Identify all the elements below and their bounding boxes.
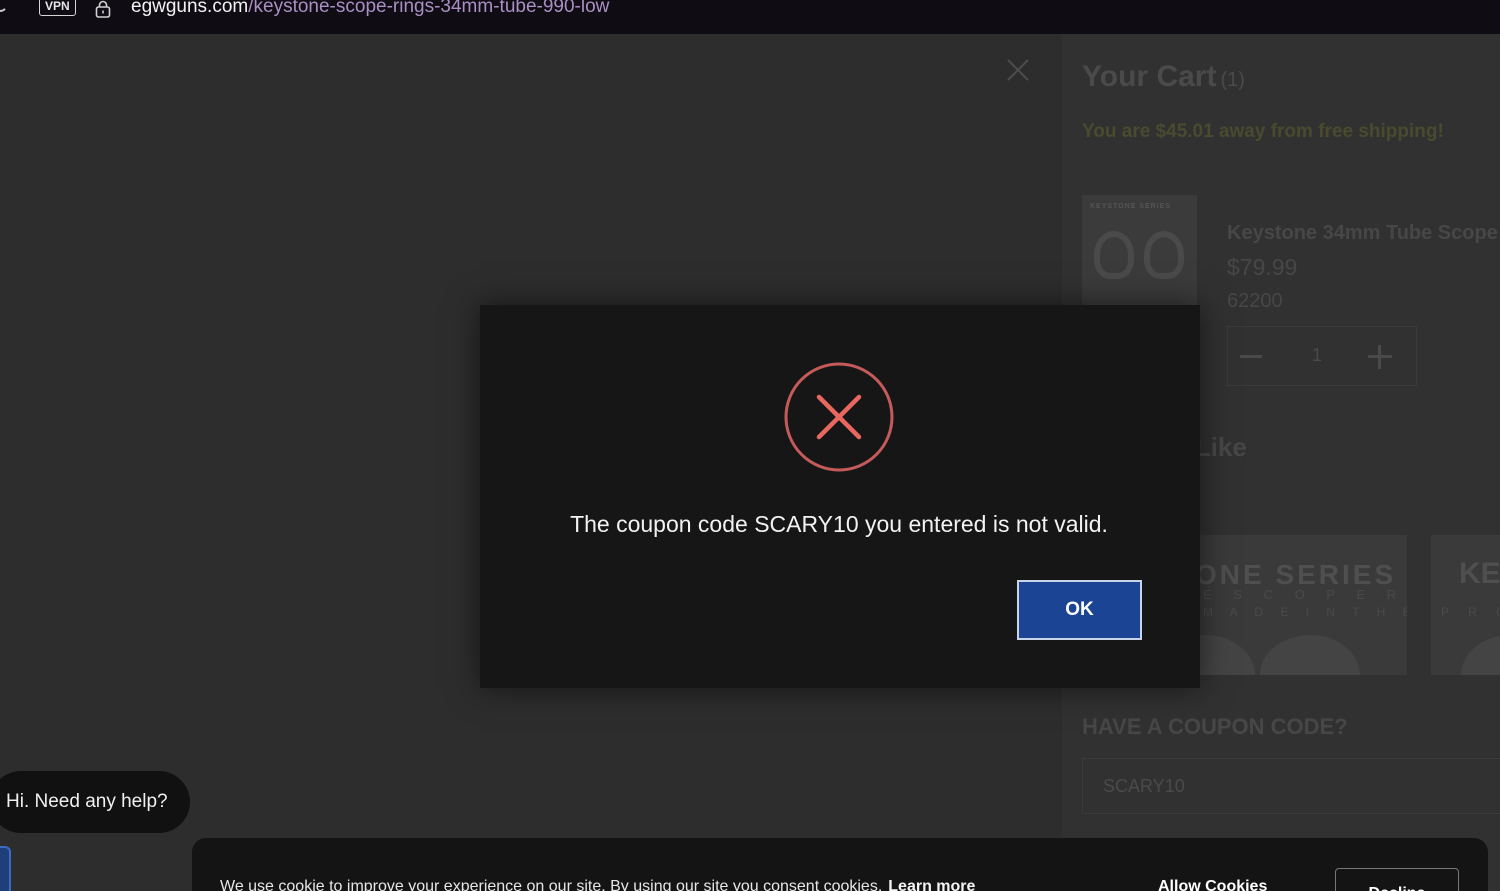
cookie-consent-bar: We use cookie to improve your experience… <box>192 838 1488 891</box>
scope-ring-image <box>1260 635 1360 675</box>
cart-item-name[interactable]: Keystone 34mm Tube Scope R <box>1227 222 1500 245</box>
minus-icon[interactable] <box>1240 355 1262 358</box>
error-message: The coupon code SCARY10 you entered is n… <box>570 511 1108 537</box>
recommendation-tagline: M A D E I N T H E U S A <box>1203 605 1407 619</box>
coupon-heading: HAVE A COUPON CODE? <box>1082 714 1348 739</box>
chat-launcher-button[interactable] <box>0 846 11 891</box>
lock-icon[interactable] <box>94 0 112 18</box>
cart-item-sku: 62200 <box>1227 290 1283 312</box>
address-bar[interactable]: egwguns.com/keystone-scope-rings-34mm-tu… <box>131 0 609 18</box>
cookie-text: We use cookie to improve your experience… <box>220 878 975 891</box>
recommendation-subtitle: E S C O P E R I N G S <box>1203 587 1407 602</box>
scope-ring-image <box>1144 231 1184 279</box>
recommendation-subtitle: P R O D U <box>1441 605 1500 619</box>
thumbnail-brand: KEYSTONE SERIES <box>1090 203 1172 210</box>
error-x-circle-icon <box>784 362 894 472</box>
quantity-value[interactable]: 1 <box>1312 345 1322 366</box>
url-path: /keystone-scope-rings-34mm-tube-990-low <box>248 0 610 17</box>
cart-item-thumbnail[interactable]: KEYSTONE SERIES <box>1082 195 1197 305</box>
plus-icon[interactable] <box>1368 345 1392 369</box>
browser-toolbar: VPN egwguns.com/keystone-scope-rings-34m… <box>0 0 1500 34</box>
close-cart-icon[interactable] <box>1004 56 1032 84</box>
free-shipping-message: You are $45.01 away from free shipping! <box>1082 121 1444 142</box>
url-domain: egwguns.com <box>131 0 249 17</box>
recommendation-card[interactable]: KE P R O D U <box>1431 535 1500 675</box>
cart-title: Your Cart (1) <box>1082 60 1245 94</box>
error-dialog: The coupon code SCARY10 you entered is n… <box>480 305 1200 688</box>
recommendation-card[interactable]: ONE SERIES E S C O P E R I N G S M A D E… <box>1175 535 1407 675</box>
cart-count: (1) <box>1220 69 1245 91</box>
decline-cookies-button[interactable]: Decline <box>1335 868 1459 891</box>
cart-item-price: $79.99 <box>1227 254 1298 280</box>
recommendation-title: KE <box>1459 557 1500 590</box>
scope-ring-image <box>1094 231 1134 279</box>
quantity-stepper: 1 <box>1227 326 1417 386</box>
cart-title-text: Your Cart <box>1082 60 1217 93</box>
ok-button[interactable]: OK <box>1017 580 1142 640</box>
vpn-badge[interactable]: VPN <box>39 0 76 16</box>
coupon-input[interactable] <box>1082 758 1500 814</box>
chat-greeting-bubble[interactable]: Hi. Need any help? <box>0 771 190 833</box>
reload-icon[interactable] <box>0 0 8 12</box>
allow-cookies-button[interactable]: Allow Cookies <box>1158 878 1267 891</box>
scope-ring-image <box>1461 635 1500 675</box>
cookie-message: We use cookie to improve your experience… <box>220 878 883 891</box>
learn-more-link[interactable]: Learn more <box>888 878 975 891</box>
